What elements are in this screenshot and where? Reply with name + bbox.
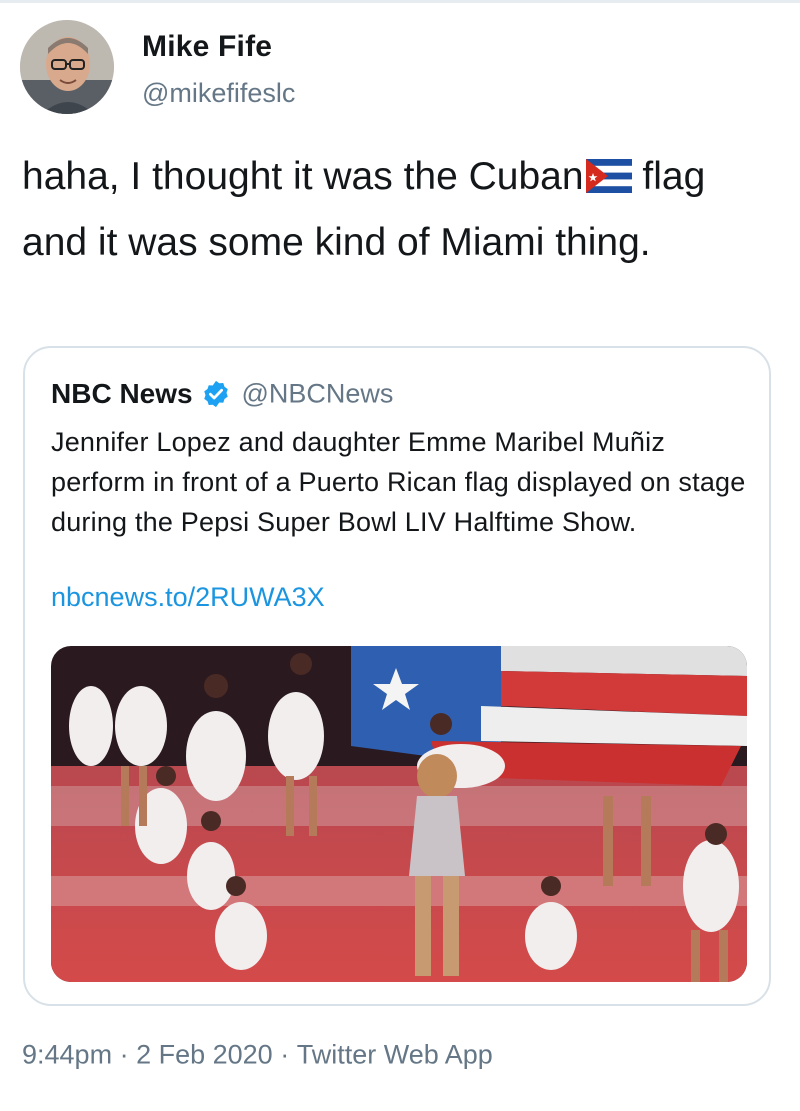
tweet-meta: 9:44pm · 2 Feb 2020 · Twitter Web App xyxy=(22,1038,493,1070)
author-name[interactable]: Mike Fife xyxy=(142,30,272,64)
top-divider xyxy=(0,0,800,3)
tweet-time[interactable]: 9:44pm xyxy=(22,1039,112,1069)
meta-separator: · xyxy=(119,1039,129,1070)
quoted-author-handle[interactable]: @NBCNews xyxy=(242,379,394,409)
tweet-source: Twitter Web App xyxy=(296,1039,493,1070)
tweet-text-part-1: haha, I thought it was the Cuban xyxy=(22,155,584,198)
quoted-tweet-link[interactable]: nbcnews.to/2RUWA3X xyxy=(51,582,325,613)
tweet-date[interactable]: 2 Feb 2020 xyxy=(136,1039,273,1069)
avatar[interactable] xyxy=(20,20,114,114)
cuba-flag-emoji-icon xyxy=(585,150,632,212)
meta-separator: · xyxy=(280,1039,290,1070)
halftime-show-photo xyxy=(51,646,747,982)
author-handle[interactable]: @mikefifeslc xyxy=(142,78,295,109)
tweet-text: haha, I thought it was the Cuban flag an… xyxy=(22,146,762,274)
quoted-tweet-card[interactable]: NBC News @NBCNews Jennifer Lopez and dau… xyxy=(23,346,771,1006)
verified-badge-icon xyxy=(201,379,231,409)
quoted-tweet-photo[interactable] xyxy=(51,646,747,982)
quoted-tweet-text: Jennifer Lopez and daughter Emme Maribel… xyxy=(51,427,746,537)
avatar-image xyxy=(20,20,114,114)
quoted-tweet-header: NBC News @NBCNews xyxy=(51,378,393,412)
quoted-author-name[interactable]: NBC News xyxy=(51,378,193,409)
